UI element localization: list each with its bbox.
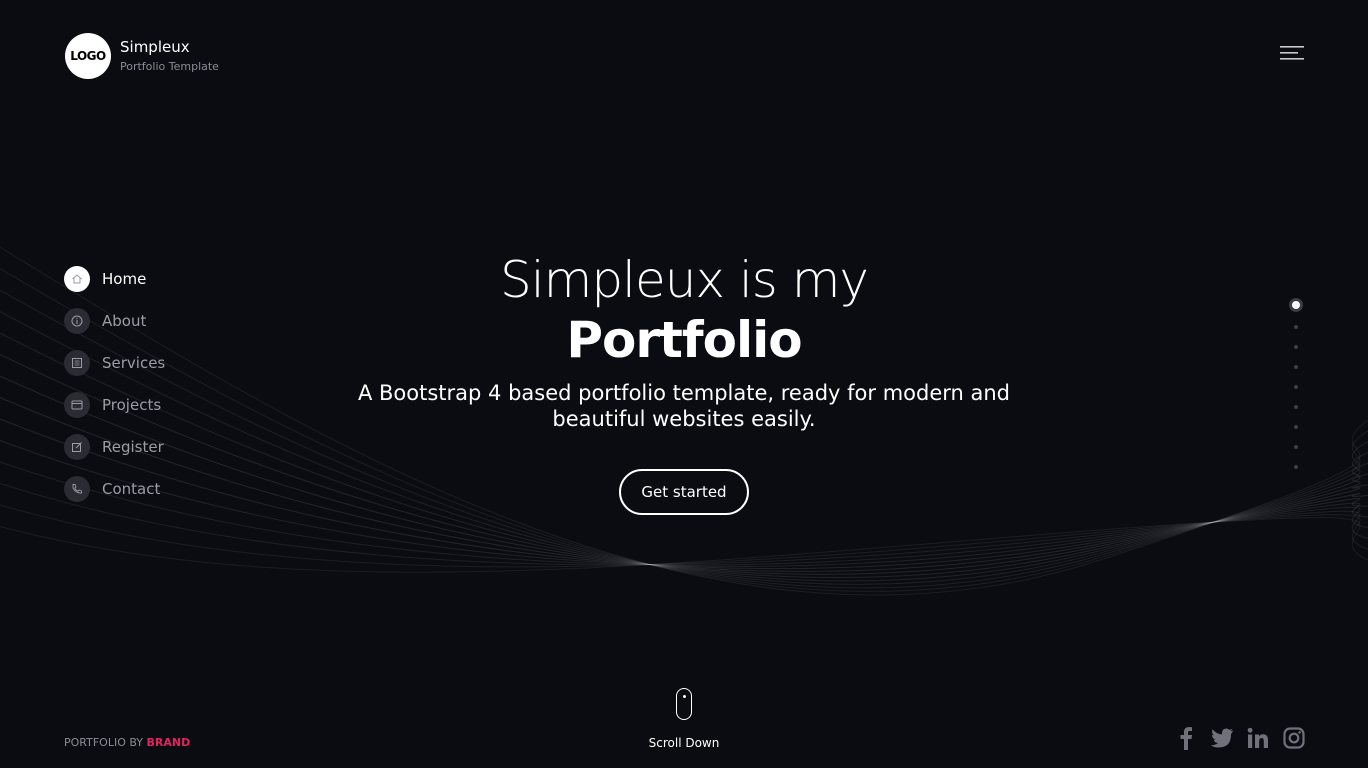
mouse-wheel [682, 695, 686, 698]
hero-title-line1: Simpleux is my [499, 251, 869, 309]
list-icon [64, 350, 90, 376]
section-dot-6[interactable] [1294, 405, 1298, 409]
sidebar-item-label: Register [102, 438, 164, 456]
section-dot-2[interactable] [1294, 325, 1298, 329]
linkedin-icon[interactable] [1246, 726, 1270, 750]
sidebar-item-label: About [102, 312, 147, 330]
footer-credit: PORTFOLIO BY BRAND [64, 736, 190, 749]
section-dot-3[interactable] [1294, 345, 1298, 349]
hero: Simpleux is my Portfolio A Bootstrap 4 b… [284, 250, 1084, 432]
hamburger-menu-icon[interactable] [1278, 44, 1306, 64]
sidebar-item-home[interactable]: Home [64, 266, 165, 292]
section-dot-5[interactable] [1294, 385, 1298, 389]
home-icon [64, 266, 90, 292]
hero-title-line2: Portfolio [566, 311, 802, 369]
brand-text: Simpleux Portfolio Template [120, 38, 219, 74]
credit-brand-link[interactable]: BRAND [147, 736, 191, 749]
section-pagination [1288, 297, 1304, 469]
brand-name: Simpleux [120, 38, 190, 56]
brand-tagline: Portfolio Template [120, 60, 219, 73]
facebook-icon[interactable] [1174, 726, 1198, 750]
sidebar-nav: Home About Services Projects Register Co… [64, 266, 165, 518]
info-icon [64, 308, 90, 334]
credit-prefix: PORTFOLIO BY [64, 736, 144, 749]
instagram-icon[interactable] [1282, 726, 1306, 750]
brand[interactable]: LOGO Simpleux Portfolio Template [65, 33, 219, 79]
scroll-down[interactable]: Scroll Down [634, 688, 734, 750]
twitter-icon[interactable] [1210, 726, 1234, 750]
sidebar-item-label: Services [102, 354, 166, 372]
sidebar-item-label: Contact [102, 480, 161, 498]
sidebar-item-services[interactable]: Services [64, 350, 165, 376]
scroll-down-label: Scroll Down [648, 736, 720, 750]
mouse-icon [676, 688, 692, 720]
sidebar-item-contact[interactable]: Contact [64, 476, 165, 502]
phone-icon [64, 476, 90, 502]
section-dot-4[interactable] [1294, 365, 1298, 369]
sidebar-item-label: Projects [102, 396, 162, 414]
page: LOGO Simpleux Portfolio Template Home Ab… [0, 0, 1368, 768]
logo[interactable]: LOGO [65, 33, 111, 79]
get-started-button[interactable]: Get started [619, 469, 749, 515]
section-dot-1[interactable] [1292, 301, 1300, 309]
section-dot-7[interactable] [1294, 425, 1298, 429]
sidebar-item-about[interactable]: About [64, 308, 165, 334]
hero-subtitle: A Bootstrap 4 based portfolio template, … [357, 381, 1011, 431]
window-icon [64, 392, 90, 418]
social-links [1174, 726, 1306, 750]
wave-line [0, 517, 1368, 573]
sidebar-item-projects[interactable]: Projects [64, 392, 165, 418]
sidebar-item-label: Home [102, 270, 147, 288]
sidebar-item-register[interactable]: Register [64, 434, 165, 460]
edit-icon [64, 434, 90, 460]
section-dot-8[interactable] [1294, 445, 1298, 449]
section-dot-9[interactable] [1294, 465, 1298, 469]
